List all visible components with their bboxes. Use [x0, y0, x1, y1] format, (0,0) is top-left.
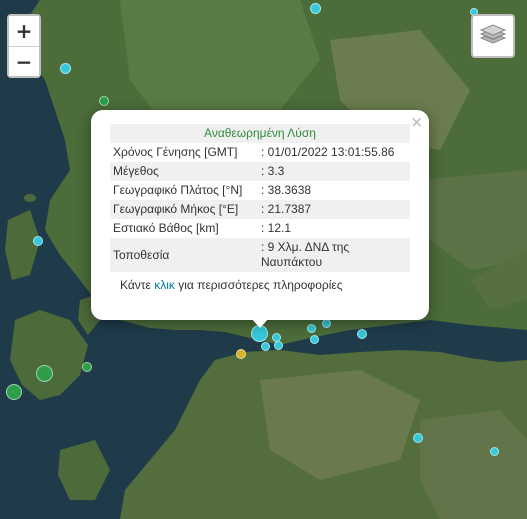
- earthquake-marker[interactable]: [261, 342, 270, 351]
- info-label: Μέγεθος: [110, 162, 258, 181]
- earthquake-marker[interactable]: [82, 362, 92, 372]
- earthquake-marker[interactable]: [310, 3, 321, 14]
- earthquake-marker[interactable]: [310, 335, 319, 344]
- info-label: Γεωγραφικό Πλάτος [°N]: [113, 183, 243, 197]
- earthquake-popup: × Αναθεωρημένη Λύση Χρόνος Γένησης [GMT]…: [91, 110, 429, 320]
- info-label: Τοποθεσία: [110, 238, 258, 272]
- map-canvas[interactable]: + − × Αναθεωρημένη Λύση Χρόνος Γένησης […: [0, 0, 527, 519]
- info-value: : 21.7387: [258, 200, 410, 219]
- layers-button[interactable]: [471, 14, 515, 58]
- zoom-out-button[interactable]: −: [9, 46, 39, 76]
- earthquake-marker[interactable]: [274, 341, 283, 350]
- info-row-latitude: Γεωγραφικό Πλάτος [°N] : 38.3638: [110, 181, 410, 200]
- info-value: : 38.3638: [261, 183, 312, 197]
- popup-header: Αναθεωρημένη Λύση: [110, 124, 410, 143]
- info-row-longitude: Γεωγραφικό Μήκος [°E] : 21.7387: [110, 200, 410, 219]
- earthquake-marker[interactable]: [33, 236, 43, 246]
- earthquake-marker[interactable]: [413, 433, 423, 443]
- more-info-text: Κάντε κλικ για περισσότερες πληροφορίες: [110, 278, 410, 292]
- earthquake-marker[interactable]: [490, 447, 499, 456]
- earthquake-marker[interactable]: [6, 384, 22, 400]
- info-value: : 3.3: [258, 162, 410, 181]
- info-value: : 12.1: [261, 221, 292, 235]
- info-value: : 9 Χλμ. ΔΝΔ της Ναυπάκτου: [258, 238, 410, 272]
- layers-icon: [479, 24, 507, 44]
- info-value: : 01/01/2022 13:01:55.86: [261, 145, 395, 159]
- info-row-magnitude: Μέγεθος : 3.3: [110, 162, 410, 181]
- earthquake-marker[interactable]: [60, 63, 71, 74]
- info-row-depth: Εστιακό Βάθος [km] : 12.1: [110, 219, 410, 238]
- popup-content: Αναθεωρημένη Λύση Χρόνος Γένησης [GMT] :…: [110, 124, 410, 292]
- earthquake-info-table: Αναθεωρημένη Λύση Χρόνος Γένησης [GMT] :…: [110, 124, 410, 272]
- info-row-location: Τοποθεσία : 9 Χλμ. ΔΝΔ της Ναυπάκτου: [110, 238, 410, 272]
- zoom-control: + −: [7, 14, 41, 78]
- popup-close-button[interactable]: ×: [410, 113, 423, 131]
- earthquake-marker[interactable]: [236, 349, 246, 359]
- more-info-suffix: για περισσότερες πληροφορίες: [174, 278, 343, 292]
- earthquake-marker[interactable]: [99, 96, 109, 106]
- earthquake-marker[interactable]: [307, 324, 316, 333]
- zoom-in-button[interactable]: +: [9, 16, 39, 46]
- earthquake-marker[interactable]: [36, 365, 53, 382]
- earthquake-marker[interactable]: [322, 319, 331, 328]
- info-label: Χρόνος Γένησης [GMT]: [113, 145, 238, 159]
- more-info-link[interactable]: κλικ: [154, 278, 175, 292]
- info-label: Εστιακό Βάθος [km]: [113, 221, 219, 235]
- info-label: Γεωγραφικό Μήκος [°E]: [110, 200, 258, 219]
- more-info-prefix: Κάντε: [120, 278, 155, 292]
- popup-tip: [251, 318, 269, 328]
- info-row-origin-time: Χρόνος Γένησης [GMT] : 01/01/2022 13:01:…: [110, 143, 410, 162]
- earthquake-marker[interactable]: [357, 329, 367, 339]
